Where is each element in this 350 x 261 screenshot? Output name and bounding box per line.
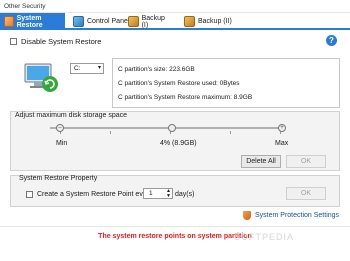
slider-plus-knob[interactable]: + <box>278 124 286 132</box>
tab-bar: System Restore Control Panel Backup (I) … <box>0 13 350 30</box>
drive-select-value: C: <box>74 65 81 72</box>
create-restore-point-label: Create a System Restore Point every <box>37 191 153 198</box>
slider-value-label: 4% (8.9GB) <box>160 140 197 147</box>
slider-min-label: Min <box>56 140 68 147</box>
computer-restore-icon <box>24 63 58 92</box>
tab-label: System Restore <box>16 14 43 29</box>
partition-info-box: C partition's size: 223.6GB C partition'… <box>112 58 340 108</box>
days-stepper[interactable]: 1 ▲ ▼ <box>143 188 173 199</box>
restore-used-text: C partition's System Restore used: 0Byte… <box>118 80 240 87</box>
backup-icon <box>128 16 139 27</box>
shield-settings-icon <box>243 211 251 220</box>
create-restore-point-checkbox[interactable] <box>26 191 33 198</box>
slider-max-label: Max <box>275 140 289 147</box>
storage-slider-track[interactable] <box>50 127 282 129</box>
shield-icon <box>4 16 14 27</box>
tab-label: Backup (II) <box>198 18 232 25</box>
restore-maximum-text: C partition's System Restore maximum: 8.… <box>118 94 253 101</box>
title-bar: Other Security <box>0 0 350 13</box>
tab-backup-2[interactable]: Backup (II) <box>180 13 240 30</box>
days-unit-label: day(s) <box>175 191 195 198</box>
disable-row: Disable System Restore <box>10 37 101 46</box>
chevron-down-icon: ▾ <box>97 65 101 71</box>
stepper-arrows-icon[interactable]: ▲ ▼ <box>166 189 171 199</box>
tab-system-restore[interactable]: System Restore <box>0 13 65 30</box>
watermark-text: SOFTPEDIA <box>234 232 295 242</box>
footer-bar: The system restore points on system part… <box>0 226 350 261</box>
slider-tick <box>230 131 231 134</box>
delete-all-button[interactable]: Delete All <box>241 155 281 168</box>
storage-group-title: Adjust maximum disk storage space <box>15 112 128 119</box>
create-point-row: Create a System Restore Point every <box>26 191 153 198</box>
footer-message: The system restore points on system part… <box>98 233 252 240</box>
disable-system-restore-label: Disable System Restore <box>21 37 102 46</box>
property-group-title: System Restore Property <box>19 175 98 182</box>
disable-system-restore-checkbox[interactable] <box>10 38 17 45</box>
partition-size-text: C partition's size: 223.6GB <box>118 66 195 73</box>
property-ok-button[interactable]: OK <box>286 187 326 200</box>
slider-tick <box>110 131 111 134</box>
tab-label: Backup (I) <box>141 14 165 29</box>
storage-slider-handle[interactable] <box>168 124 176 132</box>
storage-ok-button[interactable]: OK <box>286 155 326 168</box>
system-protection-settings-link[interactable]: System Protection Settings <box>243 211 339 220</box>
backup-icon <box>184 16 195 27</box>
window-title: Other Security <box>4 3 46 10</box>
system-protection-settings-label: System Protection Settings <box>255 212 340 219</box>
days-stepper-value: 1 <box>149 190 153 197</box>
slider-minus-knob[interactable]: – <box>56 124 64 132</box>
help-icon[interactable]: ? <box>326 35 337 46</box>
control-panel-icon <box>73 16 84 27</box>
drive-select[interactable]: C: ▾ <box>70 63 104 74</box>
tab-backup-1[interactable]: Backup (I) <box>124 13 176 30</box>
